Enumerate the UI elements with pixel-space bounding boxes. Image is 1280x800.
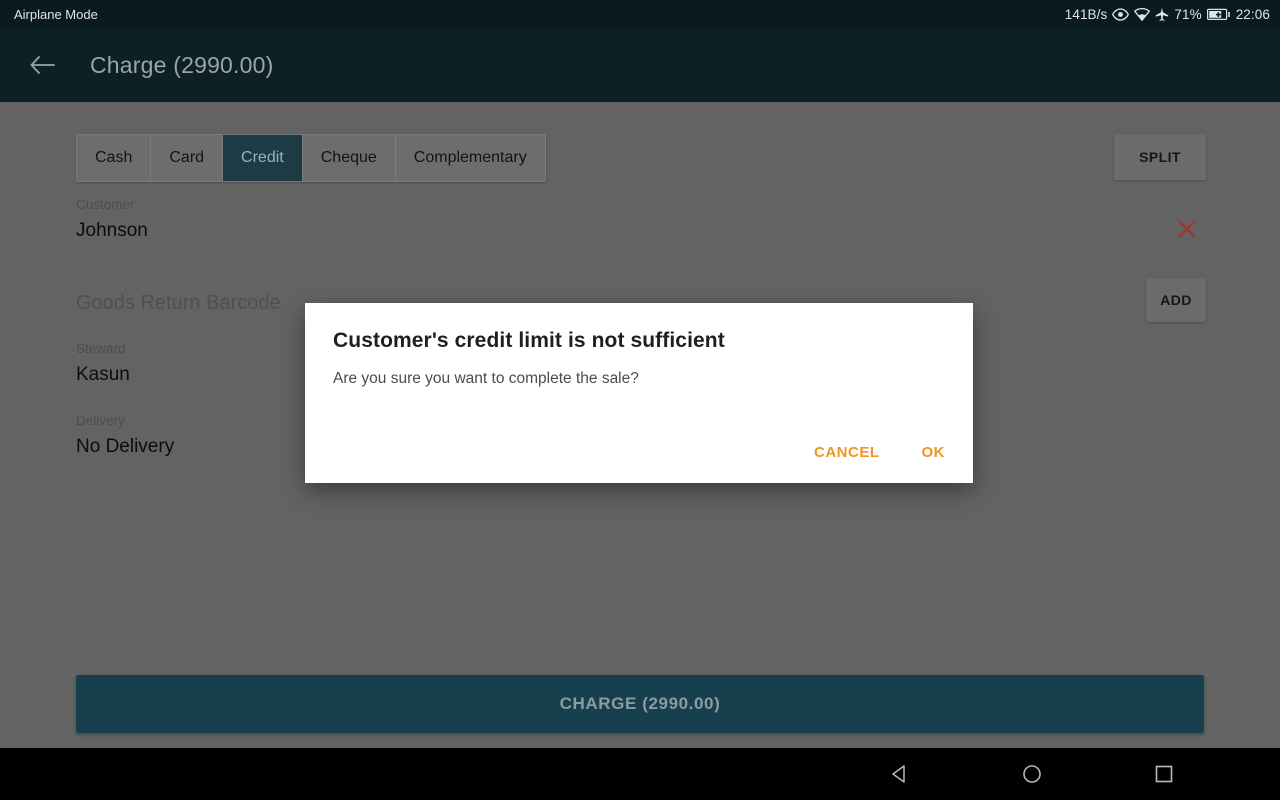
nav-back-icon[interactable] <box>880 754 920 794</box>
customer-field: Customer Johnson <box>76 196 148 245</box>
customer-label: Customer <box>76 197 135 212</box>
payment-method-tabs: Cash Card Credit Cheque Complementary <box>76 134 546 182</box>
dialog-actions: CANCEL OK <box>806 438 953 467</box>
back-arrow-icon[interactable] <box>16 39 68 91</box>
credit-limit-dialog: Customer's credit limit is not sufficien… <box>305 303 973 483</box>
steward-value[interactable]: Kasun <box>76 361 130 389</box>
airplane-mode-label: Airplane Mode <box>14 6 98 22</box>
tab-card[interactable]: Card <box>151 135 224 181</box>
split-button[interactable]: SPLIT <box>1114 134 1206 180</box>
goods-return-barcode-placeholder: Goods Return Barcode <box>76 292 281 314</box>
customer-value[interactable]: Johnson <box>76 217 148 245</box>
add-button[interactable]: ADD <box>1146 278 1206 322</box>
steward-field: Steward Kasun <box>76 340 130 389</box>
dialog-title: Customer's credit limit is not sufficien… <box>333 329 725 352</box>
tab-cash[interactable]: Cash <box>77 135 152 181</box>
android-nav-bar <box>0 748 1280 800</box>
close-x-icon[interactable] <box>1172 214 1202 244</box>
status-bar: Airplane Mode 141B/s 71% 22:06 <box>0 0 1280 28</box>
status-bar-left: Airplane Mode <box>10 7 98 22</box>
tab-credit[interactable]: Credit <box>223 135 303 181</box>
wifi-icon <box>1134 7 1151 21</box>
battery-charging-icon <box>1206 8 1231 21</box>
steward-label: Steward <box>76 341 126 356</box>
charge-button[interactable]: CHARGE (2990.00) <box>76 675 1204 733</box>
nav-home-icon[interactable] <box>1012 754 1052 794</box>
page-title: Charge (2990.00) <box>90 51 274 78</box>
device-screen: Airplane Mode 141B/s 71% 22:06 Charge (2… <box>0 0 1280 800</box>
app-bar: Charge (2990.00) <box>0 28 1280 102</box>
tab-cheque[interactable]: Cheque <box>302 135 396 181</box>
nav-recents-icon[interactable] <box>1144 754 1184 794</box>
ok-button[interactable]: OK <box>914 438 954 467</box>
airplane-icon <box>1155 7 1169 21</box>
dialog-message: Are you sure you want to complete the sa… <box>333 370 639 387</box>
clock-label: 22:06 <box>1235 6 1270 22</box>
status-bar-right: 141B/s 71% 22:06 <box>1065 7 1270 22</box>
battery-percent-label: 71% <box>1174 6 1202 22</box>
cancel-button[interactable]: CANCEL <box>806 438 888 467</box>
goods-return-barcode-field[interactable]: Goods Return Barcode <box>76 292 281 315</box>
delivery-field: Delivery No Delivery <box>76 412 174 461</box>
delivery-label: Delivery <box>76 413 125 428</box>
tab-complementary[interactable]: Complementary <box>395 135 545 181</box>
delivery-value[interactable]: No Delivery <box>76 433 174 461</box>
eye-icon <box>1112 7 1130 21</box>
network-speed-label: 141B/s <box>1064 6 1108 22</box>
